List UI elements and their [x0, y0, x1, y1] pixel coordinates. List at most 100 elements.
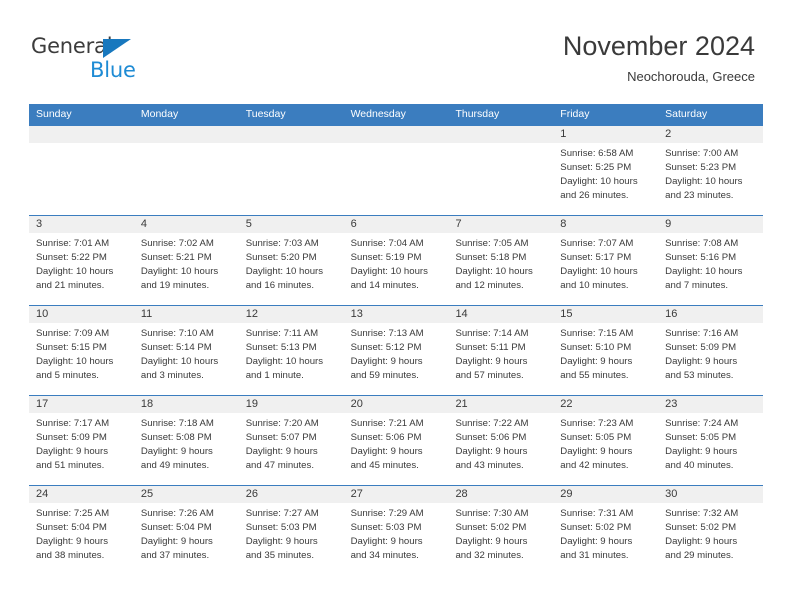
day-cell-28[interactable]: 28 Sunrise: 7:30 AM Sunset: 5:02 PM Dayligh… — [448, 486, 554, 575]
day-number: 7 — [448, 216, 554, 233]
day-cell-16[interactable]: 16 Sunrise: 7:16 AM Sunset: 5:09 PM Dayligh… — [658, 306, 764, 395]
day-cell-23[interactable]: 23 Sunrise: 7:24 AM Sunset: 5:05 PM Dayligh… — [658, 396, 764, 485]
day-cell-1[interactable]: 1 Sunrise: 6:58 AM Sunset: 5:25 PM Daylight… — [553, 126, 659, 215]
day-detail-line: and 45 minutes. — [350, 460, 419, 471]
day-detail-lines: Sunrise: 7:14 AM Sunset: 5:11 PM Daylight:… — [448, 323, 553, 383]
day-cell-20[interactable]: 20 Sunrise: 7:21 AM Sunset: 5:06 PM Dayligh… — [343, 396, 449, 485]
day-number — [448, 126, 554, 143]
weekday-header-tuesday: Tuesday — [245, 108, 286, 120]
day-cell-30[interactable]: 30 Sunrise: 7:32 AM Sunset: 5:02 PM Dayligh… — [658, 486, 764, 575]
day-detail-lines: Sunrise: 7:17 AM Sunset: 5:09 PM Daylight:… — [29, 413, 134, 473]
page-title: November 2024 — [562, 31, 755, 61]
day-cell-15[interactable]: 15 Sunrise: 7:15 AM Sunset: 5:10 PM Dayligh… — [553, 306, 659, 395]
calendar-week-row: 10 Sunrise: 7:09 AM Sunset: 5:15 PM Dayligh… — [29, 305, 764, 395]
general-blue-logo[interactable]: General Blue — [31, 34, 171, 84]
day-cell-empty — [133, 126, 239, 215]
day-cell-26[interactable]: 26 Sunrise: 7:27 AM Sunset: 5:03 PM Dayligh… — [238, 486, 344, 575]
day-detail-line: Daylight: 9 hours — [245, 446, 318, 457]
day-detail-line: Sunset: 5:02 PM — [455, 522, 527, 533]
day-detail-line: Sunset: 5:19 PM — [350, 252, 422, 263]
day-detail-line: Sunrise: 7:26 AM — [140, 508, 214, 519]
day-detail-line: and 55 minutes. — [560, 370, 629, 381]
day-cell-6[interactable]: 6 Sunrise: 7:04 AM Sunset: 5:19 PM Daylight… — [343, 216, 449, 305]
calendar-week-row: 3 Sunrise: 7:01 AM Sunset: 5:22 PM Daylight… — [29, 215, 764, 305]
page-header: General Blue November 2024 Neochorouda, … — [0, 0, 792, 100]
day-cell-4[interactable]: 4 Sunrise: 7:02 AM Sunset: 5:21 PM Daylight… — [133, 216, 239, 305]
day-number: 25 — [133, 486, 239, 503]
day-detail-line: Sunrise: 7:23 AM — [560, 418, 634, 429]
day-detail-lines: Sunrise: 7:13 AM Sunset: 5:12 PM Daylight:… — [344, 323, 449, 383]
day-cell-29[interactable]: 29 Sunrise: 7:31 AM Sunset: 5:02 PM Dayligh… — [553, 486, 659, 575]
day-cell-10[interactable]: 10 Sunrise: 7:09 AM Sunset: 5:15 PM Dayligh… — [29, 306, 134, 395]
day-cell-27[interactable]: 27 Sunrise: 7:29 AM Sunset: 5:03 PM Dayligh… — [343, 486, 449, 575]
day-detail-line: Sunset: 5:02 PM — [665, 522, 737, 533]
day-detail-lines: Sunrise: 7:32 AM Sunset: 5:02 PM Daylight:… — [658, 503, 763, 563]
day-detail-line: Sunset: 5:13 PM — [245, 342, 317, 353]
title-block: November 2024 Neochorouda, Greece — [563, 30, 755, 84]
day-detail-lines: Sunrise: 7:26 AM Sunset: 5:04 PM Daylight:… — [134, 503, 239, 563]
day-detail-line: Daylight: 9 hours — [36, 446, 108, 457]
day-number — [343, 126, 449, 143]
day-detail-lines: Sunrise: 7:07 AM Sunset: 5:17 PM Daylight:… — [553, 233, 658, 293]
day-cell-9[interactable]: 9 Sunrise: 7:08 AM Sunset: 5:16 PM Daylight… — [658, 216, 764, 305]
day-number: 18 — [133, 396, 239, 413]
day-detail-line: Sunset: 5:18 PM — [455, 252, 527, 263]
day-detail-line: and 57 minutes. — [455, 370, 524, 381]
day-detail-line: Daylight: 9 hours — [140, 536, 213, 547]
day-detail-line: and 31 minutes. — [560, 550, 629, 561]
day-cell-3[interactable]: 3 Sunrise: 7:01 AM Sunset: 5:22 PM Daylight… — [29, 216, 134, 305]
day-detail-lines — [239, 143, 344, 147]
logo-word-blue: Blue — [90, 58, 136, 82]
day-detail-line: and 19 minutes. — [140, 280, 210, 291]
day-detail-line: Daylight: 10 hours — [245, 266, 324, 277]
day-number: 14 — [448, 306, 554, 323]
day-detail-line: Sunrise: 7:20 AM — [245, 418, 319, 429]
day-detail-line: Sunset: 5:10 PM — [560, 342, 632, 353]
day-cell-22[interactable]: 22 Sunrise: 7:23 AM Sunset: 5:05 PM Dayligh… — [553, 396, 659, 485]
day-detail-line: and 10 minutes. — [560, 280, 629, 291]
day-number — [133, 126, 239, 143]
calendar-week-row: 24 Sunrise: 7:25 AM Sunset: 5:04 PM Dayligh… — [29, 485, 764, 575]
weekday-header-saturday: Saturday — [665, 108, 708, 120]
day-number: 8 — [553, 216, 659, 233]
day-detail-line: Daylight: 9 hours — [665, 446, 738, 457]
day-detail-line: Daylight: 9 hours — [245, 536, 318, 547]
day-detail-line: and 42 minutes. — [560, 460, 629, 471]
day-cell-18[interactable]: 18 Sunrise: 7:18 AM Sunset: 5:08 PM Dayligh… — [133, 396, 239, 485]
day-cell-25[interactable]: 25 Sunrise: 7:26 AM Sunset: 5:04 PM Dayligh… — [133, 486, 239, 575]
day-cell-14[interactable]: 14 Sunrise: 7:14 AM Sunset: 5:11 PM Dayligh… — [448, 306, 554, 395]
day-detail-lines: Sunrise: 7:00 AM Sunset: 5:23 PM Daylight:… — [658, 143, 763, 203]
day-number: 24 — [29, 486, 134, 503]
weekday-header-wednesday: Wednesday — [350, 108, 406, 120]
day-cell-2[interactable]: 2 Sunrise: 7:00 AM Sunset: 5:23 PM Daylight… — [658, 126, 764, 215]
day-cell-13[interactable]: 13 Sunrise: 7:13 AM Sunset: 5:12 PM Dayligh… — [343, 306, 449, 395]
day-detail-line: and 1 minute. — [245, 370, 304, 381]
day-cell-17[interactable]: 17 Sunrise: 7:17 AM Sunset: 5:09 PM Dayligh… — [29, 396, 134, 485]
calendar-grid: Sunday Monday Tuesday Wednesday Thursday Frid… — [29, 104, 764, 575]
day-number: 22 — [553, 396, 659, 413]
day-cell-8[interactable]: 8 Sunrise: 7:07 AM Sunset: 5:17 PM Daylight… — [553, 216, 659, 305]
day-detail-line: Daylight: 9 hours — [560, 356, 633, 367]
day-detail-line: Sunrise: 7:04 AM — [350, 238, 424, 249]
day-cell-12[interactable]: 12 Sunrise: 7:11 AM Sunset: 5:13 PM Dayligh… — [238, 306, 344, 395]
day-detail-line: and 3 minutes. — [140, 370, 204, 381]
day-number — [29, 126, 134, 143]
day-cell-24[interactable]: 24 Sunrise: 7:25 AM Sunset: 5:04 PM Dayligh… — [29, 486, 134, 575]
day-cell-7[interactable]: 7 Sunrise: 7:05 AM Sunset: 5:18 PM Daylight… — [448, 216, 554, 305]
day-number: 3 — [29, 216, 134, 233]
day-detail-line: Sunrise: 7:29 AM — [350, 508, 424, 519]
day-detail-line: and 47 minutes. — [245, 460, 314, 471]
day-detail-line: Sunset: 5:11 PM — [455, 342, 526, 353]
day-detail-lines: Sunrise: 7:20 AM Sunset: 5:07 PM Daylight:… — [239, 413, 344, 473]
day-detail-line: and 49 minutes. — [140, 460, 210, 471]
day-detail-line: Sunset: 5:09 PM — [36, 432, 107, 443]
day-cell-19[interactable]: 19 Sunrise: 7:20 AM Sunset: 5:07 PM Dayligh… — [238, 396, 344, 485]
day-detail-line: Daylight: 9 hours — [140, 446, 213, 457]
calendar-page: General Blue November 2024 Neochorouda, … — [0, 0, 792, 612]
day-cell-21[interactable]: 21 Sunrise: 7:22 AM Sunset: 5:06 PM Dayligh… — [448, 396, 554, 485]
day-cell-5[interactable]: 5 Sunrise: 7:03 AM Sunset: 5:20 PM Daylight… — [238, 216, 344, 305]
day-detail-line: Sunset: 5:04 PM — [36, 522, 107, 533]
calendar-week-row: 17 Sunrise: 7:17 AM Sunset: 5:09 PM Dayligh… — [29, 395, 764, 485]
day-detail-line: Sunrise: 7:25 AM — [36, 508, 110, 519]
day-cell-11[interactable]: 11 Sunrise: 7:10 AM Sunset: 5:14 PM Dayligh… — [133, 306, 239, 395]
